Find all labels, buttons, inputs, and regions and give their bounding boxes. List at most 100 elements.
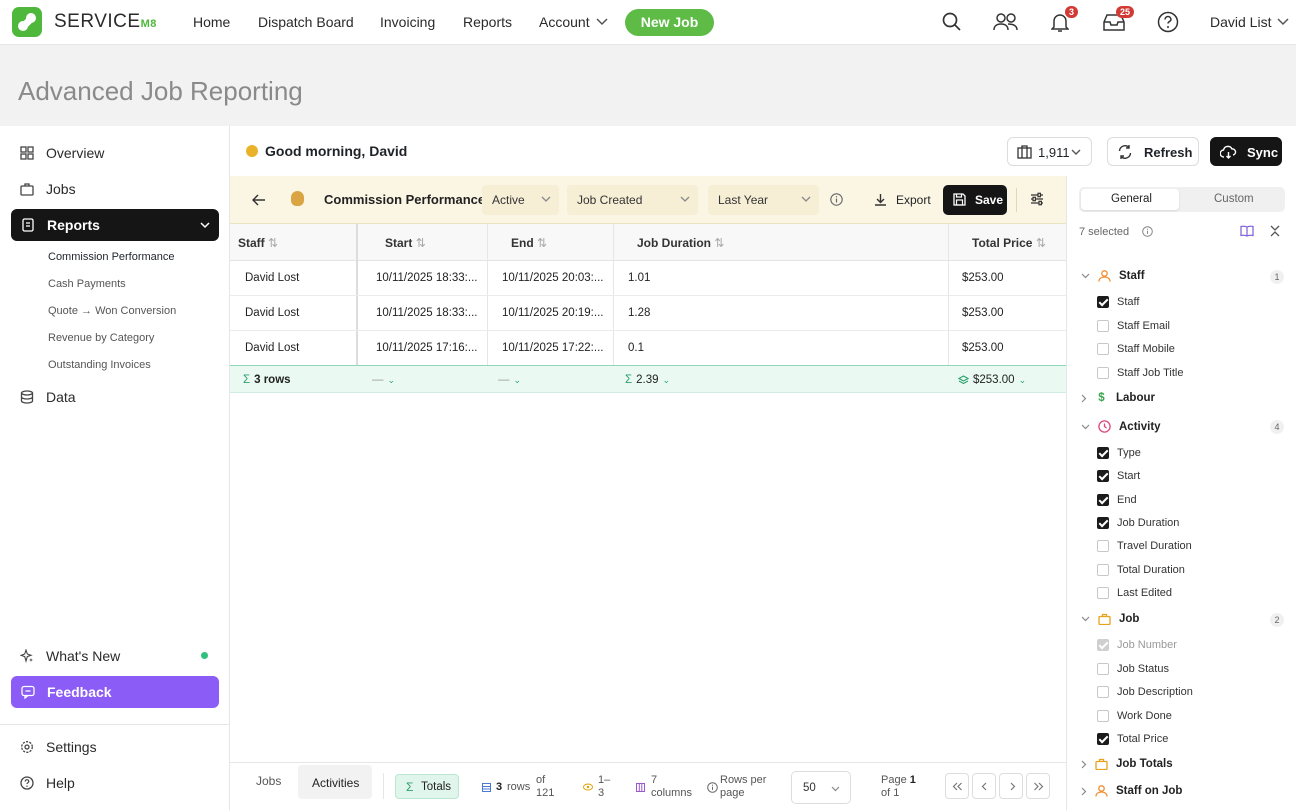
sidebar-sub-quote-won[interactable]: Quote → Won Conversion (48, 305, 176, 317)
checkbox[interactable] (1097, 367, 1109, 379)
nav-reports[interactable]: Reports (463, 14, 512, 30)
date-range-dropdown[interactable]: Last Year (708, 185, 819, 215)
checkbox[interactable] (1097, 517, 1109, 529)
sidebar-sub-cash-payments[interactable]: Cash Payments (48, 278, 126, 290)
field-job-description[interactable]: Job Description (1097, 686, 1193, 698)
user-menu[interactable]: David List (1210, 14, 1289, 30)
checkbox[interactable] (1097, 663, 1109, 675)
sidebar-sub-outstanding-invoices[interactable]: Outstanding Invoices (48, 359, 151, 371)
nav-home[interactable]: Home (193, 14, 230, 30)
next-page-button[interactable] (999, 773, 1023, 799)
new-job-button[interactable]: New Job (625, 9, 714, 36)
checkbox[interactable] (1097, 564, 1109, 576)
field-staff-job-title[interactable]: Staff Job Title (1097, 367, 1183, 379)
top-navigation: SERVICEM8 Home Dispatch Board Invoicing … (0, 0, 1296, 45)
field-total-duration[interactable]: Total Duration (1097, 564, 1185, 576)
checkbox[interactable] (1097, 470, 1109, 482)
group-activity[interactable]: Activity (1081, 420, 1161, 433)
field-travel-duration[interactable]: Travel Duration (1097, 540, 1192, 552)
nav-account[interactable]: Account (539, 14, 608, 30)
field-staff-email[interactable]: Staff Email (1097, 320, 1170, 332)
field-staff-mobile[interactable]: Staff Mobile (1097, 343, 1175, 355)
field-last-edited[interactable]: Last Edited (1097, 587, 1172, 599)
group-job[interactable]: Job (1081, 613, 1139, 625)
sidebar-item-data[interactable]: Data (20, 389, 76, 405)
checkbox[interactable] (1097, 686, 1109, 698)
nav-invoicing[interactable]: Invoicing (380, 14, 435, 30)
sidebar: Overview Jobs Reports Commission Perform… (0, 126, 230, 810)
search-icon[interactable] (942, 12, 962, 32)
back-arrow-icon[interactable] (252, 194, 266, 206)
checkbox[interactable] (1097, 494, 1109, 506)
totals-toggle[interactable]: Σ Totals (395, 774, 459, 799)
tab-jobs[interactable]: Jobs (256, 774, 281, 788)
team-icon[interactable] (992, 12, 1020, 32)
save-button[interactable]: Save (943, 185, 1007, 215)
checkbox[interactable] (1097, 710, 1109, 722)
field-start[interactable]: Start (1097, 470, 1140, 482)
field-end[interactable]: End (1097, 494, 1137, 506)
last-page-button[interactable] (1026, 773, 1050, 799)
column-header-start[interactable]: Start ⇅ (385, 236, 426, 250)
tab-custom[interactable]: Custom (1214, 193, 1254, 205)
sidebar-item-jobs[interactable]: Jobs (20, 181, 76, 197)
previous-page-button[interactable] (972, 773, 996, 799)
book-icon[interactable] (1240, 225, 1254, 237)
checkbox[interactable] (1097, 343, 1109, 355)
table-row[interactable]: David Lost 10/11/2025 18:33:... 10/11/20… (230, 296, 1066, 331)
checkbox[interactable] (1097, 296, 1109, 308)
totals-duration-aggregate[interactable]: Σ 2.39 ⌄ (625, 374, 670, 386)
export-button[interactable]: Export (872, 185, 934, 215)
refresh-button[interactable]: Refresh (1107, 137, 1199, 166)
feedback-button[interactable]: Feedback (11, 676, 219, 708)
report-name[interactable]: Commission Performance (324, 192, 485, 207)
column-header-end[interactable]: End ⇅ (511, 236, 547, 250)
totals-end-aggregate[interactable]: — ⌄ (498, 374, 521, 386)
nav-dispatch-board[interactable]: Dispatch Board (258, 14, 354, 30)
sidebar-item-whats-new[interactable]: What's New (20, 648, 120, 664)
collapse-all-icon[interactable] (1270, 225, 1280, 237)
group-staff[interactable]: Staff (1081, 270, 1145, 282)
checkbox[interactable] (1097, 447, 1109, 459)
field-type[interactable]: Type (1097, 447, 1141, 459)
checkbox[interactable] (1097, 733, 1109, 745)
rows-per-page-select[interactable]: 50 (791, 771, 851, 804)
tab-general[interactable]: General (1111, 193, 1152, 205)
table-row[interactable]: David Lost 10/11/2025 18:33:... 10/11/20… (230, 261, 1066, 296)
group-staff-on-job[interactable]: Staff on Job (1081, 785, 1182, 797)
sidebar-sub-commission-performance[interactable]: Commission Performance (48, 251, 175, 263)
column-header-total-price[interactable]: Total Price ⇅ (972, 236, 1046, 250)
first-page-button[interactable] (945, 773, 969, 799)
table-row[interactable]: David Lost 10/11/2025 17:16:... 10/11/20… (230, 331, 1066, 366)
sidebar-sub-revenue-by-category[interactable]: Revenue by Category (48, 332, 154, 344)
totals-price-aggregate[interactable]: $253.00 ⌄ (958, 374, 1026, 386)
job-count-dropdown[interactable]: 1,911 (1007, 137, 1092, 166)
column-header-job-duration[interactable]: Job Duration ⇅ (637, 236, 724, 250)
status-dropdown[interactable]: Active (482, 185, 559, 215)
column-header-staff[interactable]: Staff ⇅ (238, 236, 278, 250)
totals-start-aggregate[interactable]: — ⌄ (372, 374, 395, 386)
sidebar-item-help[interactable]: Help (20, 775, 75, 791)
group-labour[interactable]: $ Labour (1081, 392, 1155, 404)
cell-staff: David Lost (245, 342, 300, 354)
field-job-status[interactable]: Job Status (1097, 663, 1169, 675)
servicem8-logo-icon[interactable] (12, 7, 42, 37)
chevron-down-icon (1081, 616, 1090, 622)
help-icon[interactable] (1157, 11, 1179, 33)
field-work-done[interactable]: Work Done (1097, 710, 1172, 722)
tab-activities[interactable]: Activities (298, 765, 372, 799)
sidebar-item-overview[interactable]: Overview (20, 145, 104, 161)
field-job-duration[interactable]: Job Duration (1097, 517, 1179, 529)
checkbox[interactable] (1097, 540, 1109, 552)
field-staff[interactable]: Staff (1097, 296, 1139, 308)
date-field-dropdown[interactable]: Job Created (567, 185, 698, 215)
sidebar-item-settings[interactable]: Settings (20, 739, 97, 755)
group-job-totals[interactable]: Job Totals (1081, 758, 1173, 770)
sliders-icon[interactable] (1030, 192, 1044, 206)
field-total-price[interactable]: Total Price (1097, 733, 1168, 745)
sidebar-item-reports[interactable]: Reports (11, 209, 219, 241)
checkbox[interactable] (1097, 587, 1109, 599)
checkbox[interactable] (1097, 320, 1109, 332)
sync-button[interactable]: Sync (1210, 137, 1282, 166)
info-icon[interactable] (830, 193, 843, 206)
